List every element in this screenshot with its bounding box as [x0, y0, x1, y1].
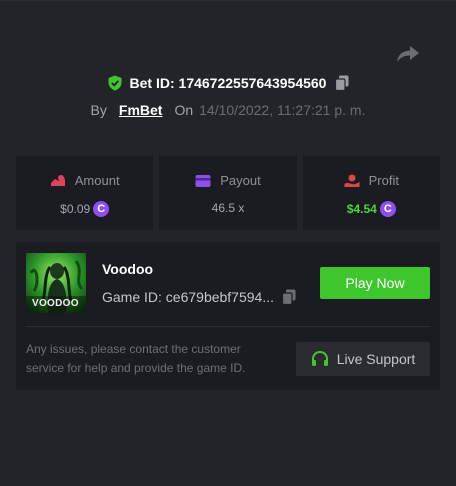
share-icon[interactable] — [396, 44, 420, 64]
coin-icon: C — [93, 201, 110, 217]
game-panel: VOODOO Voodoo Game ID: ce679bebf7594... … — [16, 242, 440, 390]
bet-id-text: Bet ID: 1746722557643954560 — [129, 75, 327, 91]
stat-payout-label: Payout — [220, 173, 261, 188]
stat-amount-value: $0.09 — [60, 202, 91, 216]
stat-amount-label: Amount — [74, 173, 120, 188]
username-link[interactable]: FmBet — [119, 102, 163, 118]
game-thumbnail-title: VOODOO — [32, 298, 79, 309]
stat-profit: Profit $4.54 C — [302, 156, 440, 230]
stat-profit-value: $4.54 — [346, 202, 377, 216]
stat-payout: Payout 46.5 x — [159, 156, 297, 230]
bet-meta-line: By FmBet On 14/10/2022, 11:27:21 p. m. — [0, 102, 456, 118]
on-label: On — [174, 102, 194, 118]
game-name: Voodoo — [102, 261, 154, 277]
amount-icon — [50, 174, 65, 186]
bet-details-modal: Bet ID: 1746722557643954560 By FmBet On … — [0, 0, 456, 486]
headset-icon — [311, 350, 328, 366]
copy-bet-id-icon[interactable] — [335, 75, 349, 91]
game-id-text: Game ID: ce679bebf7594... — [102, 289, 274, 305]
live-support-button[interactable]: Live Support — [296, 342, 430, 376]
shield-check-icon — [108, 75, 122, 91]
stat-amount: Amount $0.09 C — [16, 156, 154, 230]
stat-payout-value: 46.5 x — [211, 201, 245, 215]
game-thumbnail[interactable]: VOODOO — [26, 253, 86, 313]
bet-date: 14/10/2022, 11:27:21 p. m. — [199, 102, 366, 118]
copy-game-id-icon[interactable] — [282, 289, 296, 305]
support-note: Any issues, please contact the customer … — [26, 342, 246, 375]
bet-id-line: Bet ID: 1746722557643954560 — [0, 75, 456, 91]
coin-icon: C — [379, 201, 396, 217]
profit-icon — [344, 174, 360, 187]
live-support-label: Live Support — [336, 351, 416, 367]
by-label: By — [90, 102, 107, 118]
payout-icon — [195, 174, 211, 187]
stat-profit-label: Profit — [368, 173, 399, 188]
play-now-button[interactable]: Play Now — [320, 267, 430, 299]
stats-row: Amount $0.09 C Payout 46.5 x Profit $4.5… — [16, 156, 440, 230]
divider — [26, 326, 430, 327]
game-id-line: Game ID: ce679bebf7594... — [102, 289, 296, 305]
